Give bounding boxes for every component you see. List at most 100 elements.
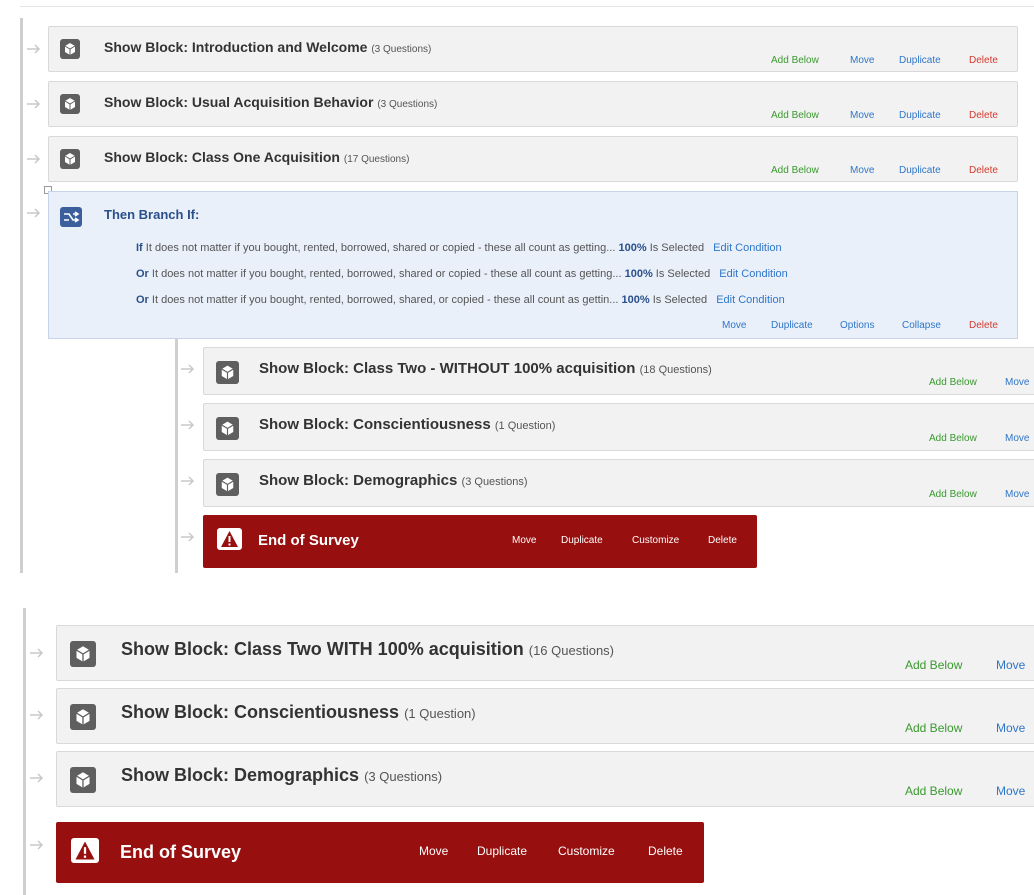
question-count: (3 Questions) xyxy=(461,476,528,488)
block-icon xyxy=(216,361,239,384)
block-title: Show Block: Demographics (3 Questions) xyxy=(259,472,528,489)
move-button[interactable]: Move xyxy=(512,535,536,546)
condition-value: 100% xyxy=(624,268,653,280)
question-count: (3 Questions) xyxy=(371,44,432,55)
warning-icon xyxy=(217,528,242,550)
flow-block[interactable]: Show Block: Class One Acquisition (17 Qu… xyxy=(48,136,1018,182)
customize-button[interactable]: Customize xyxy=(558,844,615,858)
move-button[interactable]: Move xyxy=(996,658,1025,672)
end-of-survey-block[interactable]: End of Survey Move Duplicate Customize D… xyxy=(56,822,704,883)
arrow-right-icon xyxy=(30,648,44,658)
block-title: Show Block: Class Two WITH 100% acquisit… xyxy=(121,639,614,660)
arrow-right-icon xyxy=(181,532,195,542)
condition-conjunction: Or xyxy=(136,268,149,280)
arrow-right-icon xyxy=(30,773,44,783)
block-title: Show Block: Class One Acquisition (17 Qu… xyxy=(104,149,409,165)
move-button[interactable]: Move xyxy=(1005,433,1029,444)
move-button[interactable]: Move xyxy=(996,721,1025,735)
add-below-button[interactable]: Add Below xyxy=(929,433,977,444)
branch-condition: If It does not matter if you bought, ren… xyxy=(136,242,782,254)
block-icon xyxy=(60,94,80,114)
block-title: Show Block: Usual Acquisition Behavior (… xyxy=(104,94,437,110)
question-count: (3 Questions) xyxy=(377,99,438,110)
flow-block[interactable]: Show Block: Usual Acquisition Behavior (… xyxy=(48,81,1018,127)
flow-block[interactable]: Show Block: Class Two WITH 100% acquisit… xyxy=(56,625,1034,681)
branch-title: Then Branch If: xyxy=(104,207,200,222)
block-icon xyxy=(60,149,80,169)
duplicate-button[interactable]: Duplicate xyxy=(477,844,527,858)
block-icon xyxy=(216,473,239,496)
flow-block[interactable]: Show Block: Introduction and Welcome (3 … xyxy=(48,26,1018,72)
block-title-text: Show Block: Conscientiousness xyxy=(259,416,491,433)
edit-condition-link[interactable]: Edit Condition xyxy=(713,242,782,254)
add-below-button[interactable]: Add Below xyxy=(771,55,819,66)
condition-operator: Is Selected xyxy=(655,268,711,280)
end-of-survey-block[interactable]: End of Survey Move Duplicate Customize D… xyxy=(203,515,757,568)
flow-line xyxy=(20,18,23,573)
move-button[interactable]: Move xyxy=(850,165,874,176)
end-of-survey-title: End of Survey xyxy=(120,842,242,862)
move-button[interactable]: Move xyxy=(1005,377,1029,388)
block-title: Show Block: Class Two - WITHOUT 100% acq… xyxy=(259,360,712,377)
flow-block[interactable]: Show Block: Conscientiousness (1 Questio… xyxy=(203,403,1034,451)
collapse-button[interactable]: Collapse xyxy=(902,320,941,331)
block-title-text: Show Block: Class One Acquisition xyxy=(104,149,340,165)
delete-button[interactable]: Delete xyxy=(648,844,683,858)
duplicate-button[interactable]: Duplicate xyxy=(899,55,941,66)
move-button[interactable]: Move xyxy=(850,110,874,121)
arrow-right-icon xyxy=(27,208,41,218)
block-title-text: Show Block: Class Two - WITHOUT 100% acq… xyxy=(259,360,636,377)
delete-button[interactable]: Delete xyxy=(969,320,998,331)
delete-button[interactable]: Delete xyxy=(969,165,998,176)
edit-condition-link[interactable]: Edit Condition xyxy=(716,294,785,306)
flow-block[interactable]: Show Block: Conscientiousness (1 Questio… xyxy=(56,688,1034,744)
delete-button[interactable]: Delete xyxy=(969,110,998,121)
customize-button[interactable]: Customize xyxy=(632,535,679,546)
block-title-text: Show Block: Demographics xyxy=(121,765,360,785)
block-icon xyxy=(60,39,80,59)
block-title-text: Show Block: Class Two WITH 100% acquisit… xyxy=(121,639,524,659)
nested-flow-line xyxy=(175,339,178,573)
delete-button[interactable]: Delete xyxy=(969,55,998,66)
condition-operator: Is Selected xyxy=(649,242,705,254)
block-icon xyxy=(70,767,96,793)
add-below-button[interactable]: Add Below xyxy=(929,489,977,500)
add-below-button[interactable]: Add Below xyxy=(905,784,962,798)
add-below-button[interactable]: Add Below xyxy=(771,110,819,121)
condition-value: 100% xyxy=(621,294,650,306)
flow-block[interactable]: Show Block: Class Two - WITHOUT 100% acq… xyxy=(203,347,1034,395)
move-button[interactable]: Move xyxy=(1005,489,1029,500)
move-button[interactable]: Move xyxy=(996,784,1025,798)
block-icon xyxy=(70,704,96,730)
condition-text: It does not matter if you bought, rented… xyxy=(145,242,616,254)
branch-condition: Or It does not matter if you bought, ren… xyxy=(136,268,788,280)
branch-condition: Or It does not matter if you bought, ren… xyxy=(136,294,785,306)
condition-operator: Is Selected xyxy=(652,294,708,306)
duplicate-button[interactable]: Duplicate xyxy=(899,165,941,176)
edit-condition-link[interactable]: Edit Condition xyxy=(719,268,788,280)
delete-button[interactable]: Delete xyxy=(708,535,737,546)
condition-conjunction: Or xyxy=(136,294,149,306)
block-title-text: Show Block: Usual Acquisition Behavior xyxy=(104,94,374,110)
flow-block[interactable]: Show Block: Demographics (3 Questions) A… xyxy=(203,459,1034,507)
block-icon xyxy=(216,417,239,440)
duplicate-button[interactable]: Duplicate xyxy=(899,110,941,121)
condition-value: 100% xyxy=(618,242,647,254)
move-button[interactable]: Move xyxy=(419,844,448,858)
add-below-button[interactable]: Add Below xyxy=(771,165,819,176)
end-of-survey-title: End of Survey xyxy=(258,532,359,549)
add-below-button[interactable]: Add Below xyxy=(905,658,962,672)
branch-block[interactable]: Then Branch If: If It does not matter if… xyxy=(48,191,1018,339)
duplicate-button[interactable]: Duplicate xyxy=(771,320,813,331)
move-button[interactable]: Move xyxy=(850,55,874,66)
options-button[interactable]: Options xyxy=(840,320,874,331)
flow-block[interactable]: Show Block: Demographics (3 Questions) A… xyxy=(56,751,1034,807)
arrow-right-icon xyxy=(30,710,44,720)
arrow-right-icon xyxy=(27,154,41,164)
add-below-button[interactable]: Add Below xyxy=(905,721,962,735)
duplicate-button[interactable]: Duplicate xyxy=(561,535,603,546)
arrow-right-icon xyxy=(181,476,195,486)
add-below-button[interactable]: Add Below xyxy=(929,377,977,388)
move-button[interactable]: Move xyxy=(722,320,746,331)
question-count: (18 Questions) xyxy=(639,364,712,376)
